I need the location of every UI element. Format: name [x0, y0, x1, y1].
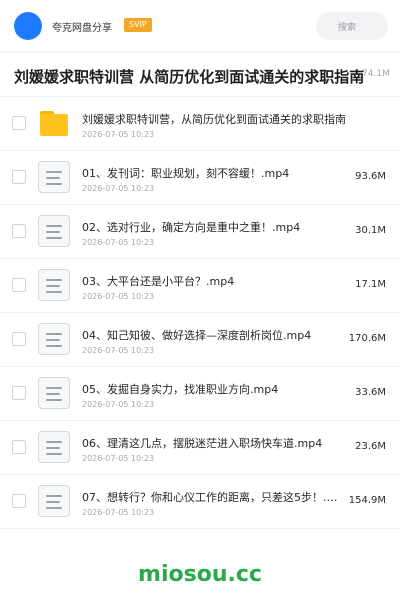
item-name: 07、想转行？你和心仪工作的距离，只差这5步！.mp4: [82, 491, 347, 504]
file-icon: [38, 161, 70, 193]
footer: miosou.cc: [0, 549, 400, 600]
list-item[interactable]: 06、理清这几点，摆脱迷茫进入职场快车道.mp4 2026-07-05 10:2…: [0, 421, 400, 475]
item-size: 33.6M: [355, 387, 386, 398]
list-item[interactable]: 03、大平台还是小平台？.mp4 2026-07-05 10:23 17.1M: [0, 259, 400, 313]
file-icon: [38, 431, 70, 463]
folder-icon: [38, 107, 70, 139]
item-name: 06、理清这几点，摆脱迷茫进入职场快车道.mp4: [82, 437, 323, 450]
item-date: 2026-07-05 10:23: [82, 184, 155, 193]
item-date: 2026-07-05 10:23: [82, 508, 155, 517]
app-header: 夸克网盘分享 SVIP 搜索: [0, 0, 400, 52]
file-icon: [38, 485, 70, 517]
list-item[interactable]: 05、发掘自身实力，找准职业方向.mp4 2026-07-05 10:23 33…: [0, 367, 400, 421]
list-item[interactable]: 07、想转行？你和心仪工作的距离，只差这5步！.mp4 2026-07-05 1…: [0, 475, 400, 529]
item-checkbox[interactable]: [12, 332, 26, 346]
item-name: 02、选对行业，确定方向是重中之重！.mp4: [82, 221, 301, 234]
item-size: 170.6M: [348, 333, 386, 344]
file-icon: [38, 323, 70, 355]
item-date: 2026-07-05 10:23: [82, 292, 155, 301]
item-size: 93.6M: [355, 171, 386, 182]
item-date: 2026-07-05 10:23: [82, 400, 155, 409]
item-size: 23.6M: [355, 441, 386, 452]
list-item[interactable]: 刘媛媛求职特训营，从简历优化到面试通关的求职指南 2026-07-05 10:2…: [0, 97, 400, 151]
item-name: 03、大平台还是小平台？.mp4: [82, 275, 235, 288]
file-icon: [38, 377, 70, 409]
file-icon: [38, 215, 70, 247]
item-date: 2026-07-05 10:23: [82, 454, 155, 463]
item-date: 2026-07-05 10:23: [82, 346, 155, 355]
svip-badge: SVIP: [124, 18, 152, 32]
app-name: 夸克网盘分享: [52, 23, 112, 34]
item-checkbox[interactable]: [12, 278, 26, 292]
file-list: 刘媛媛求职特训营，从简历优化到面试通关的求职指南 2026-07-05 10:2…: [0, 97, 400, 549]
total-size: 74.1M: [362, 69, 390, 79]
item-checkbox[interactable]: [12, 440, 26, 454]
item-date: 2026-07-05 10:23: [82, 130, 155, 139]
list-item[interactable]: 04、知己知彼、做好选择—深度剖析岗位.mp4 2026-07-05 10:23…: [0, 313, 400, 367]
file-icon: [38, 269, 70, 301]
list-item[interactable]: 01、发刊词：职业规划，刻不容缓！.mp4 2026-07-05 10:23 9…: [0, 151, 400, 205]
item-name: 01、发刊词：职业规划，刻不容缓！.mp4: [82, 167, 290, 180]
item-size: 17.1M: [355, 279, 386, 290]
item-checkbox[interactable]: [12, 494, 26, 508]
search-button[interactable]: 搜索: [316, 12, 388, 40]
page-title: 刘媛媛求职特训营 从简历优化到面试通关的求职指南: [14, 68, 365, 86]
watermark: miosou.cc: [138, 562, 262, 587]
item-name: 05、发掘自身实力，找准职业方向.mp4: [82, 383, 279, 396]
item-name: 04、知己知彼、做好选择—深度剖析岗位.mp4: [82, 329, 312, 342]
item-name: 刘媛媛求职特训营，从简历优化到面试通关的求职指南: [82, 113, 346, 126]
search-placeholder: 搜索: [338, 23, 357, 33]
item-size: 30.1M: [355, 225, 386, 236]
item-checkbox[interactable]: [12, 224, 26, 238]
folder-title-bar: 刘媛媛求职特训营 从简历优化到面试通关的求职指南 74.1M: [0, 53, 400, 97]
item-checkbox[interactable]: [12, 170, 26, 184]
item-checkbox[interactable]: [12, 116, 26, 130]
avatar[interactable]: [14, 12, 42, 40]
list-item[interactable]: 02、选对行业，确定方向是重中之重！.mp4 2026-07-05 10:23 …: [0, 205, 400, 259]
item-size: 154.9M: [348, 495, 386, 506]
item-date: 2026-07-05 10:23: [82, 238, 155, 247]
item-checkbox[interactable]: [12, 386, 26, 400]
